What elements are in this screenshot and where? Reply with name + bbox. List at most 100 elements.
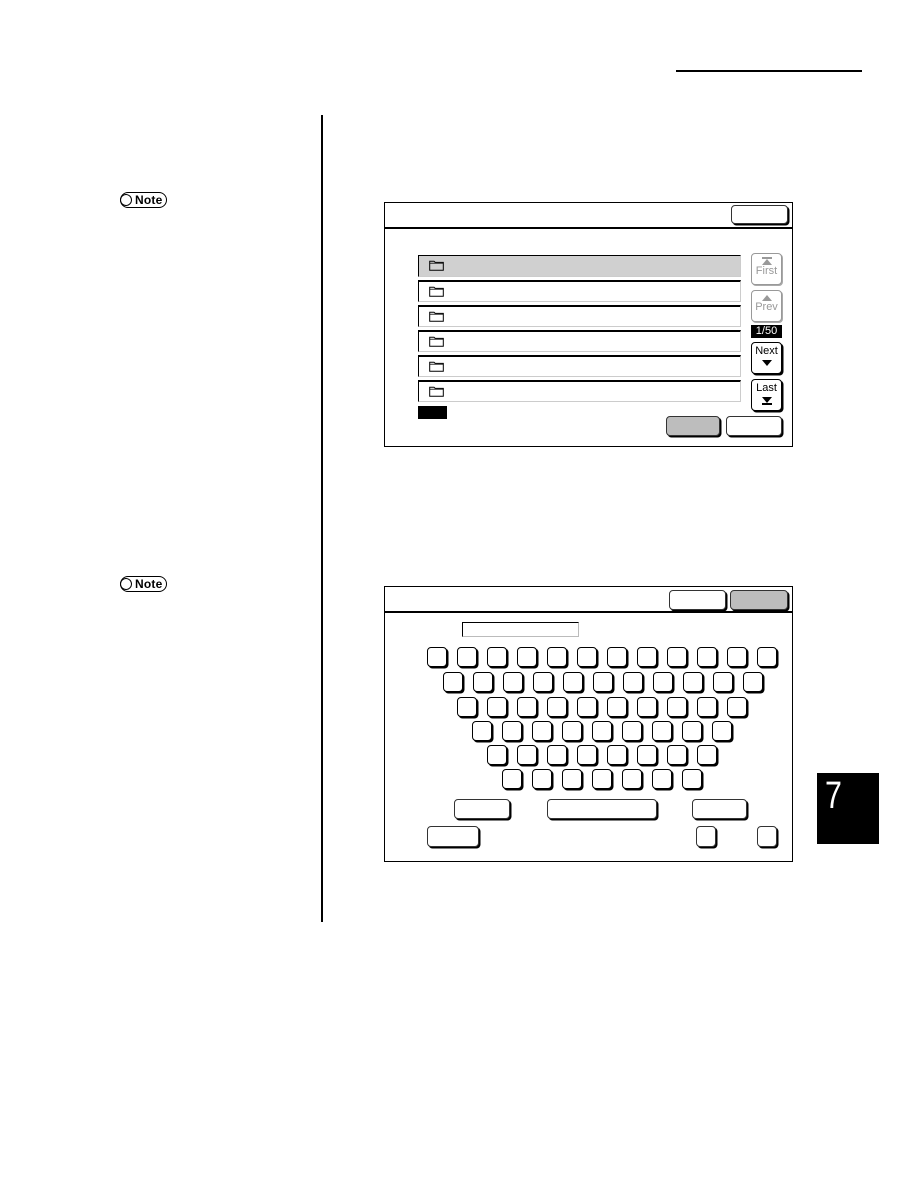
folder-row[interactable] xyxy=(418,305,741,327)
keyboard-key[interactable] xyxy=(637,647,657,667)
keyboard-key[interactable] xyxy=(697,745,717,765)
small-key-left[interactable] xyxy=(696,826,716,847)
keyboard-key[interactable] xyxy=(607,745,627,765)
keyboard-key[interactable] xyxy=(637,745,657,765)
keyboard-key[interactable] xyxy=(667,697,687,717)
space-key[interactable] xyxy=(547,799,657,819)
keyboard-key[interactable] xyxy=(682,769,702,789)
function-key-left[interactable] xyxy=(454,799,510,819)
last-label: Last xyxy=(756,382,777,394)
keyboard-key[interactable] xyxy=(563,672,583,692)
keyboard-key[interactable] xyxy=(502,721,522,741)
keyboard-key[interactable] xyxy=(547,745,567,765)
keyboard-key[interactable] xyxy=(592,721,612,741)
keyboard-key[interactable] xyxy=(577,745,597,765)
keyboard-key[interactable] xyxy=(652,721,672,741)
keyboard-key[interactable] xyxy=(682,721,702,741)
keyboard-key[interactable] xyxy=(652,769,672,789)
header-button-white[interactable] xyxy=(669,590,726,610)
keyboard-key[interactable] xyxy=(517,647,537,667)
keyboard-key[interactable] xyxy=(637,697,657,717)
folder-icon xyxy=(429,361,444,372)
keyboard-key[interactable] xyxy=(487,647,507,667)
keyboard-key[interactable] xyxy=(683,672,703,692)
first-page-button[interactable]: First xyxy=(751,253,782,285)
next-page-button[interactable]: Next xyxy=(751,342,782,374)
keyboard-key[interactable] xyxy=(562,721,582,741)
panel-header-divider xyxy=(385,611,792,613)
header-button-gray[interactable] xyxy=(730,590,788,610)
small-key-right[interactable] xyxy=(757,826,777,847)
close-button[interactable] xyxy=(731,205,788,224)
keyboard-key[interactable] xyxy=(607,697,627,717)
bar-icon xyxy=(761,403,772,405)
folder-row[interactable] xyxy=(418,255,741,277)
folder-icon xyxy=(429,336,444,347)
folder-icon xyxy=(429,386,444,397)
folder-row[interactable] xyxy=(418,280,741,302)
keyboard-key[interactable] xyxy=(457,697,477,717)
keyboard-key[interactable] xyxy=(592,769,612,789)
chapter-tab: 7 xyxy=(817,773,879,844)
keyboard-key[interactable] xyxy=(532,721,552,741)
keyboard-key[interactable] xyxy=(757,647,777,667)
next-label: Next xyxy=(755,345,778,357)
prev-page-button[interactable]: Prev xyxy=(751,290,782,322)
keyboard-key[interactable] xyxy=(577,647,597,667)
keyboard-key[interactable] xyxy=(622,769,642,789)
keyboard-key[interactable] xyxy=(547,647,567,667)
keyboard-key[interactable] xyxy=(727,647,747,667)
keyboard-key[interactable] xyxy=(667,647,687,667)
keyboard-key[interactable] xyxy=(443,672,463,692)
note-badge: Note xyxy=(120,192,168,208)
note-circle-icon xyxy=(120,194,132,206)
folder-icon xyxy=(429,260,444,271)
last-page-button[interactable]: Last xyxy=(751,379,782,411)
folder-row[interactable] xyxy=(418,380,741,402)
folder-row[interactable] xyxy=(418,355,741,377)
folder-icon xyxy=(429,286,444,297)
first-label: First xyxy=(755,264,778,277)
keyboard-key[interactable] xyxy=(653,672,673,692)
footer-button-white[interactable] xyxy=(726,416,782,436)
keyboard-key[interactable] xyxy=(622,721,642,741)
keyboard-key[interactable] xyxy=(517,697,537,717)
keyboard-key[interactable] xyxy=(697,697,717,717)
function-key-bottom-left[interactable] xyxy=(427,826,479,847)
folder-row[interactable] xyxy=(418,330,741,352)
keyboard-key[interactable] xyxy=(712,721,732,741)
chapter-number: 7 xyxy=(825,775,842,817)
keyboard-key[interactable] xyxy=(623,672,643,692)
keyboard-key[interactable] xyxy=(487,697,507,717)
keyboard-key[interactable] xyxy=(427,647,447,667)
keyboard-key[interactable] xyxy=(667,745,687,765)
keyboard-key[interactable] xyxy=(562,769,582,789)
keyboard-key[interactable] xyxy=(577,697,597,717)
keyboard-key[interactable] xyxy=(503,672,523,692)
text-input-field[interactable] xyxy=(462,622,579,637)
folder-icon xyxy=(429,311,444,322)
keyboard-key[interactable] xyxy=(547,697,567,717)
keyboard-key[interactable] xyxy=(713,672,733,692)
footer-button-gray[interactable] xyxy=(666,416,720,436)
keyboard-key[interactable] xyxy=(743,672,763,692)
keyboard-key[interactable] xyxy=(607,647,627,667)
keyboard-key[interactable] xyxy=(697,647,717,667)
keyboard-key[interactable] xyxy=(472,721,492,741)
note-label: Note xyxy=(135,577,163,591)
header-rule xyxy=(676,70,862,72)
function-key-right[interactable] xyxy=(692,799,747,819)
keyboard-key[interactable] xyxy=(593,672,613,692)
keyboard-key[interactable] xyxy=(533,672,553,692)
keyboard-key[interactable] xyxy=(487,745,507,765)
note-label: Note xyxy=(135,193,163,207)
keyboard-key[interactable] xyxy=(473,672,493,692)
page-indicator: 1/50 xyxy=(751,325,782,338)
keyboard-key[interactable] xyxy=(517,745,537,765)
keyboard-key[interactable] xyxy=(457,647,477,667)
keyboard-key[interactable] xyxy=(727,697,747,717)
keyboard-key[interactable] xyxy=(532,769,552,789)
note-circle-icon xyxy=(120,578,132,590)
column-divider xyxy=(321,115,323,922)
keyboard-key[interactable] xyxy=(502,769,522,789)
